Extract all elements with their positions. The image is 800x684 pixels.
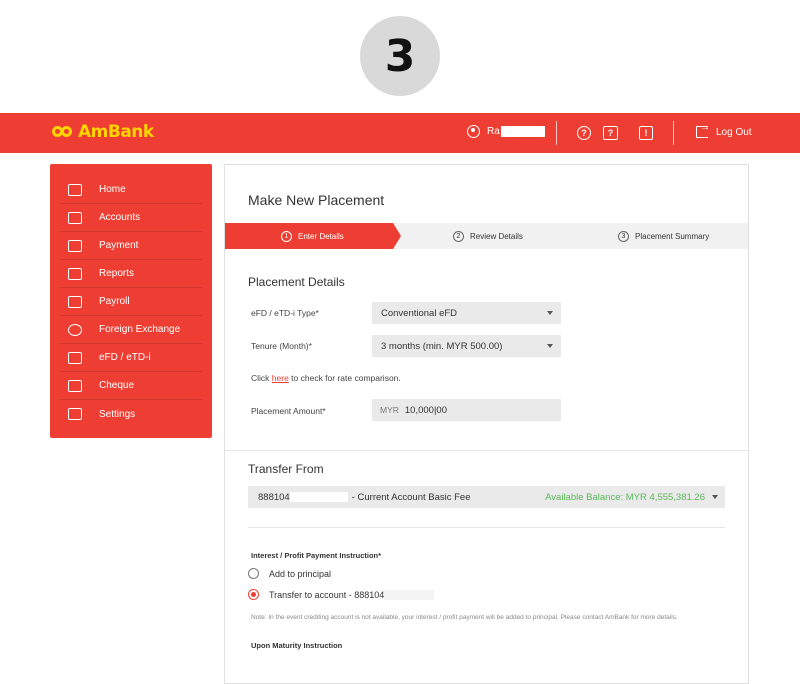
rate-comparison-hint: Click here to check for rate comparison. [251, 373, 401, 383]
radio-icon [248, 568, 259, 579]
interest-note: Note: In the event crediting account is … [251, 614, 678, 621]
available-balance: Available Balance: MYR 4,555,381.26 [545, 491, 705, 503]
account-number: 888104 [258, 491, 290, 503]
sidebar-item-label: Settings [99, 408, 136, 420]
sidebar-item-accounts[interactable]: Accounts [60, 204, 202, 232]
placement-details-title: Placement Details [248, 275, 345, 289]
sidebar-item-payroll[interactable]: Payroll [60, 288, 202, 316]
sidebar-item-foreign-exchange[interactable]: Foreign Exchange [60, 316, 202, 344]
transfer-from-title: Transfer From [248, 462, 324, 476]
tenure-label: Tenure (Month)* [251, 341, 312, 351]
type-select[interactable]: Conventional eFD [372, 302, 561, 324]
logout-label: Log Out [716, 126, 752, 138]
home-icon [68, 183, 82, 196]
user-icon [467, 125, 480, 138]
sidebar-item-label: Home [99, 184, 126, 195]
feedback-icon[interactable]: ! [639, 126, 653, 140]
tools-icon [68, 408, 82, 420]
sidebar-item-reports[interactable]: Reports [60, 260, 202, 288]
user-name-redaction [500, 126, 545, 137]
sidebar-item-cheque[interactable]: Cheque [60, 372, 202, 400]
sidebar-item-label: Payment [99, 240, 139, 251]
euro-icon [68, 323, 82, 336]
transfer-account-select[interactable]: 888104 - Current Account Basic Fee Avail… [248, 486, 725, 508]
ambank-logo-icon [52, 123, 74, 141]
section-divider [225, 450, 748, 451]
chevron-down-icon [547, 344, 553, 348]
sidebar-item-label: Accounts [99, 212, 141, 223]
sidebar-item-label: eFD / eTD-i [99, 352, 151, 363]
guide-icon[interactable]: ? [603, 126, 618, 140]
top-bar: AmBank Ra ? ? ! Log Out [0, 113, 800, 153]
sidebar-item-label: Foreign Exchange [99, 324, 181, 335]
sidebar-item-home[interactable]: Home [60, 176, 202, 204]
brand-name: AmBank [78, 122, 154, 142]
logout-icon [696, 122, 710, 138]
radio-add-to-principal[interactable]: Add to principal [248, 568, 331, 579]
amount-label: Placement Amount* [251, 406, 326, 416]
account-name: - Current Account Basic Fee [351, 491, 471, 503]
user-profile[interactable]: Ra [467, 125, 545, 138]
sidebar-item-efd[interactable]: eFD / eTD-i [60, 344, 202, 372]
chevron-down-icon [547, 311, 553, 315]
sidebar: Home Accounts Payment Reports Payroll Fo… [50, 164, 212, 438]
sidebar-item-label: Cheque [99, 380, 135, 391]
accounts-icon [68, 211, 82, 224]
rate-comparison-link[interactable]: here [272, 373, 289, 383]
maturity-instruction-label: Upon Maturity Instruction [251, 641, 343, 650]
step-placement-summary: 3 Placement Summary [618, 223, 709, 249]
account-number-redaction [289, 492, 348, 502]
payment-icon [68, 239, 82, 252]
step-number-badge: 3 [360, 16, 440, 96]
step-review-details: 2 Review Details [453, 223, 523, 249]
cheque-icon [68, 379, 82, 392]
chevron-down-icon [712, 495, 718, 499]
user-name: Ra [487, 126, 500, 137]
currency-label: MYR [380, 405, 399, 415]
interest-instruction-label: Interest / Profit Payment Instruction* [251, 551, 382, 560]
logout-button[interactable]: Log Out [696, 122, 752, 138]
reports-icon [68, 267, 82, 280]
sidebar-item-label: Payroll [99, 296, 130, 307]
help-icon[interactable]: ? [577, 126, 591, 140]
header-separator [673, 121, 674, 145]
step-enter-details: 1 Enter Details [281, 223, 344, 249]
payroll-icon [68, 295, 82, 308]
placement-panel: Make New Placement 1 Enter Details 2 Revie… [224, 164, 749, 684]
page-title: Make New Placement [248, 192, 385, 208]
amount-value: 10,000|00 [404, 404, 447, 416]
sidebar-item-payment[interactable]: Payment [60, 232, 202, 260]
header-separator [556, 121, 557, 145]
tenure-select[interactable]: 3 months (min. MYR 500.00) [372, 335, 561, 357]
dollar-icon [68, 351, 82, 364]
progress-stepper: 1 Enter Details 2 Review Details 3 Placemen… [225, 223, 748, 249]
ambank-logo[interactable]: AmBank [52, 122, 154, 142]
sidebar-item-settings[interactable]: Settings [60, 400, 202, 428]
section-divider [248, 527, 725, 528]
type-label: eFD / eTD-i Type* [251, 308, 319, 318]
radio-transfer-to-account[interactable]: Transfer to account - 888104 [248, 589, 435, 600]
amount-input[interactable]: MYR 10,000|00 [372, 399, 561, 421]
radio-checked-icon [248, 589, 259, 600]
transfer-account-redaction [384, 589, 435, 600]
sidebar-item-label: Reports [99, 268, 135, 279]
